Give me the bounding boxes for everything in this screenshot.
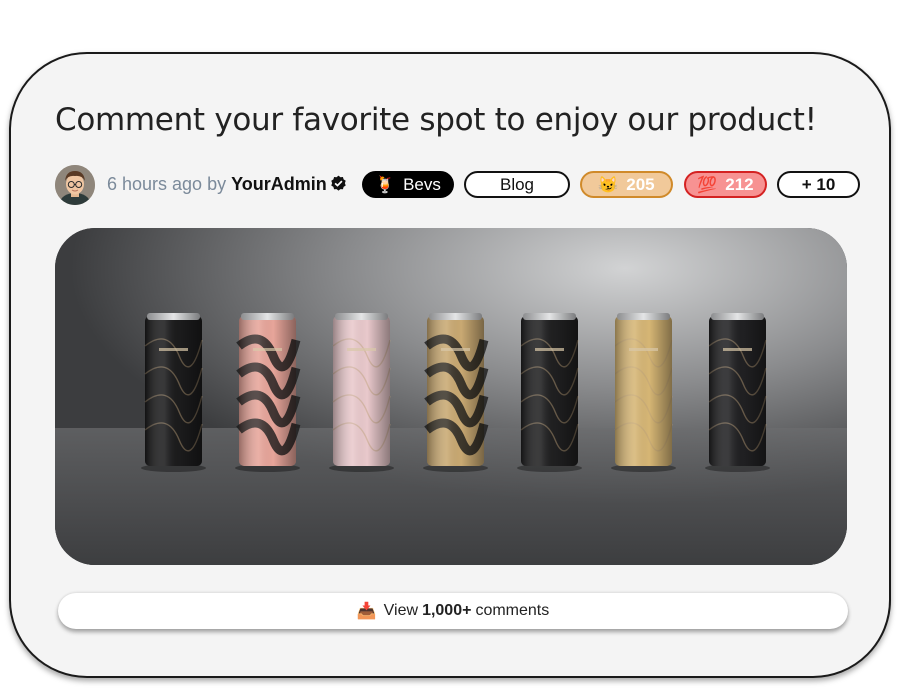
post-byline: 6 hours ago by YourAdmin [107, 174, 347, 195]
category-tag-label: Bevs [403, 174, 441, 194]
view-comments-prefix: View [383, 602, 419, 619]
post-image[interactable] [55, 228, 847, 565]
beverage-can [332, 313, 391, 466]
more-reactions-label: + 10 [801, 174, 836, 194]
cocktail-icon: 🍹 [375, 176, 396, 194]
beverage-can [424, 313, 489, 466]
type-tag-blog[interactable]: Blog [464, 171, 570, 198]
category-tag-bevs[interactable]: 🍹 Bevs [362, 171, 454, 198]
beverage-can [144, 313, 203, 466]
reaction-count: 212 [725, 174, 754, 194]
reaction-smirk-cat-button[interactable]: 😼 205 [580, 171, 673, 198]
more-reactions-button[interactable]: + 10 [777, 171, 860, 198]
hundred-points-icon: 💯 [697, 176, 718, 194]
smirk-cat-icon: 😼 [598, 176, 619, 194]
beverage-can [236, 313, 301, 466]
view-comments-suffix: comments [475, 602, 550, 619]
beverage-cans-image [55, 228, 847, 565]
type-tag-label: Blog [499, 174, 535, 194]
beverage-can [708, 313, 767, 466]
beverage-can [614, 313, 673, 466]
author-name[interactable]: YourAdmin [231, 174, 327, 194]
reaction-count: 205 [626, 174, 655, 194]
post-meta: 6 hours ago by YourAdmin 🍹 Bevs Blog 😼 2… [55, 164, 865, 206]
verified-badge-icon [331, 175, 346, 191]
avatar-illustration [55, 165, 95, 205]
post-time: 6 hours ago [107, 174, 203, 194]
reaction-hundred-button[interactable]: 💯 212 [684, 171, 767, 198]
inbox-tray-icon: 📥 [356, 603, 377, 620]
comments-count: 1,000+ [422, 602, 472, 619]
view-comments-button[interactable]: 📥 View 1,000+ comments [58, 593, 848, 629]
byline-by: by [207, 174, 227, 194]
post-title: Comment your favorite spot to enjoy our … [55, 102, 817, 138]
avatar[interactable] [55, 165, 95, 205]
beverage-can [520, 313, 579, 466]
